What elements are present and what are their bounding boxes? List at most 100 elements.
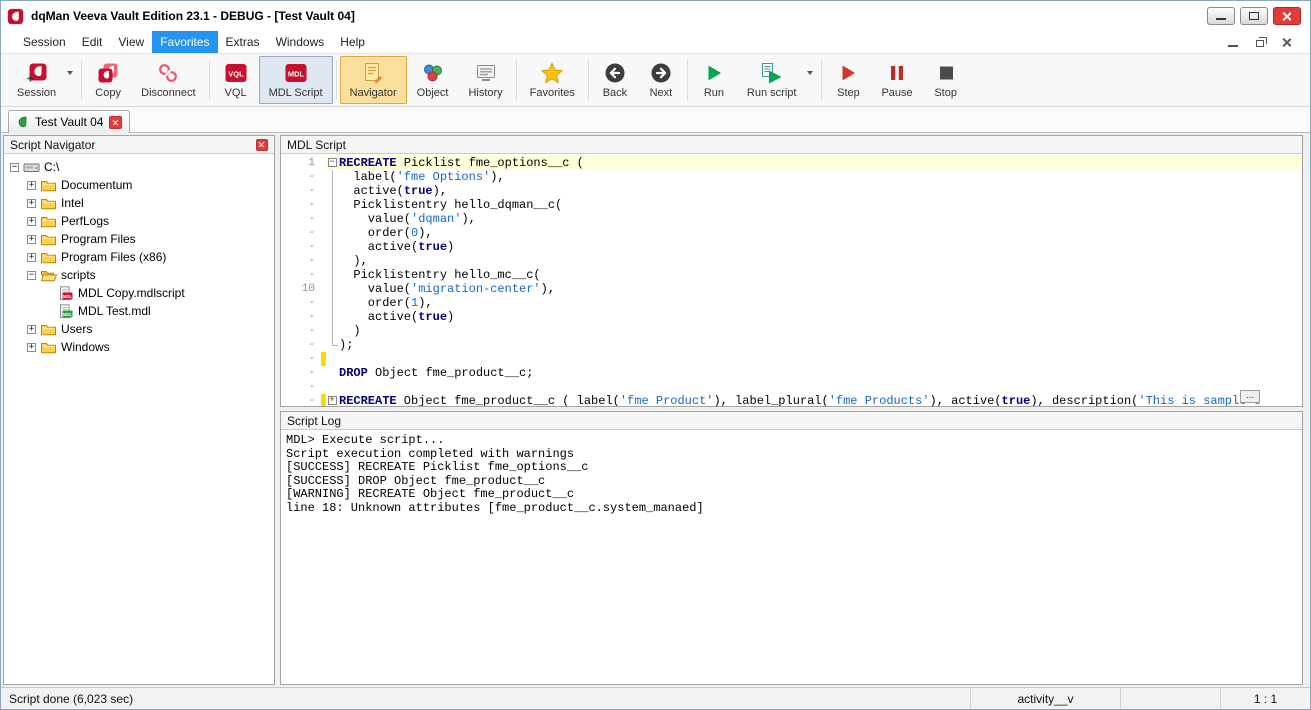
step-button[interactable]: Step xyxy=(825,56,871,104)
script-navigator-header: Script Navigator xyxy=(4,136,274,154)
next-icon xyxy=(650,62,672,84)
tree-item[interactable]: MDLMDL Test.mdl xyxy=(4,302,274,320)
fold-column xyxy=(326,198,339,212)
tab-test-vault-04[interactable]: Test Vault 04 xyxy=(8,110,130,133)
tree-item[interactable]: +Intel xyxy=(4,194,274,212)
run-button[interactable]: Run xyxy=(691,56,737,104)
editor-line[interactable]: - value('dqman'), xyxy=(281,212,1302,226)
tree-item[interactable]: +Documentum xyxy=(4,176,274,194)
editor-line[interactable]: - xyxy=(281,380,1302,394)
editor-line[interactable]: - active(true), xyxy=(281,184,1302,198)
editor-line[interactable]: -); xyxy=(281,338,1302,352)
expand-plus-icon[interactable]: + xyxy=(27,235,36,244)
tree-item[interactable]: −C:\ xyxy=(4,158,274,176)
collapse-minus-icon[interactable]: − xyxy=(10,163,19,172)
tree-item[interactable]: −scripts xyxy=(4,266,274,284)
run-script-dropdown-arrow[interactable] xyxy=(806,56,818,104)
mdl-script-button[interactable]: MDLMDL Script xyxy=(259,56,333,104)
editor-line[interactable]: - active(true) xyxy=(281,310,1302,324)
collapse-minus-icon[interactable]: − xyxy=(27,271,36,280)
mdi-minimize-button[interactable] xyxy=(1226,35,1240,49)
editor-line[interactable]: - Picklistentry hello_dqman__c( xyxy=(281,198,1302,212)
history-button[interactable]: History xyxy=(458,56,512,104)
mdi-close-button[interactable] xyxy=(1280,35,1294,49)
tree-item[interactable]: +Program Files (x86) xyxy=(4,248,274,266)
restore-icon xyxy=(1256,40,1264,47)
editor-line[interactable]: - label('fme Options'), xyxy=(281,170,1302,184)
menu-edit[interactable]: Edit xyxy=(74,31,111,53)
menu-extras[interactable]: Extras xyxy=(218,31,268,53)
menu-session[interactable]: Session xyxy=(15,31,74,53)
editor-line[interactable]: - order(0), xyxy=(281,226,1302,240)
vql-button[interactable]: VQLVQL xyxy=(213,56,259,104)
status-spacer xyxy=(1120,688,1220,709)
navigator-button[interactable]: Navigator xyxy=(340,56,407,104)
fold-column xyxy=(326,254,339,268)
minimize-button[interactable] xyxy=(1207,7,1235,25)
line-number: - xyxy=(281,380,321,394)
editor-line[interactable]: - xyxy=(281,352,1302,366)
tab-close-button[interactable] xyxy=(109,116,122,129)
maximize-button[interactable] xyxy=(1240,7,1268,25)
editor-line[interactable]: - active(true) xyxy=(281,240,1302,254)
copy-button[interactable]: Copy xyxy=(85,56,131,104)
fold-expand-icon[interactable]: + xyxy=(328,396,337,405)
editor-line[interactable]: - ) xyxy=(281,324,1302,338)
tree-item-label: Windows xyxy=(61,340,110,354)
tree-item[interactable]: MDLMDL Copy.mdlscript xyxy=(4,284,274,302)
code-editor[interactable]: ... 1−RECREATE Picklist fme_options__c (… xyxy=(281,154,1302,406)
fold-collapse-icon[interactable]: − xyxy=(328,158,337,167)
svg-text:VQL: VQL xyxy=(228,69,244,78)
session-button[interactable]: Session xyxy=(7,56,66,104)
script-navigator-close-button[interactable] xyxy=(256,139,268,151)
expand-plus-icon[interactable]: + xyxy=(27,217,36,226)
editor-line[interactable]: -DROP Object fme_product__c; xyxy=(281,366,1302,380)
menu-help[interactable]: Help xyxy=(332,31,373,53)
editor-line[interactable]: 1−RECREATE Picklist fme_options__c ( xyxy=(281,156,1302,170)
disconnect-button[interactable]: Disconnect xyxy=(131,56,205,104)
expand-plus-icon[interactable]: + xyxy=(27,181,36,190)
status-message: Script done (6,023 sec) xyxy=(1,688,970,709)
menu-view[interactable]: View xyxy=(110,31,152,53)
session-dropdown-arrow[interactable] xyxy=(66,56,78,104)
folder-icon xyxy=(40,322,57,337)
step-label: Step xyxy=(837,87,860,99)
back-button[interactable]: Back xyxy=(592,56,638,104)
tree-item[interactable]: +Users xyxy=(4,320,274,338)
stop-button[interactable]: Stop xyxy=(923,56,969,104)
menu-windows[interactable]: Windows xyxy=(268,31,333,53)
editor-overflow-button[interactable]: ... xyxy=(1240,390,1260,403)
toolbar: Session Copy DisconnectVQLVQLMDLMDL Script… xyxy=(1,54,1310,107)
folder-icon xyxy=(40,232,57,247)
object-button[interactable]: Object xyxy=(407,56,459,104)
tree-item[interactable]: +PerfLogs xyxy=(4,212,274,230)
tree-item[interactable]: +Program Files xyxy=(4,230,274,248)
menu-favorites[interactable]: Favorites xyxy=(152,31,217,53)
expand-plus-icon[interactable]: + xyxy=(27,253,36,262)
expand-plus-icon[interactable]: + xyxy=(27,343,36,352)
run-script-button[interactable]: Run script xyxy=(737,56,807,104)
tree-item[interactable]: + Windows xyxy=(4,338,274,356)
expand-plus-icon[interactable]: + xyxy=(27,325,36,334)
editor-line[interactable]: -+RECREATE Object fme_product__c ( label… xyxy=(281,394,1302,406)
editor-line[interactable]: - Picklistentry hello_mc__c( xyxy=(281,268,1302,282)
close-icon xyxy=(112,119,119,126)
mdi-restore-button[interactable] xyxy=(1253,35,1267,49)
fold-column xyxy=(326,170,339,184)
close-button[interactable] xyxy=(1273,7,1301,25)
code-text xyxy=(339,352,1302,366)
editor-line[interactable]: 10 value('migration-center'), xyxy=(281,282,1302,296)
editor-line[interactable]: - order(1), xyxy=(281,296,1302,310)
script-log-output[interactable]: MDL> Execute script...Script execution c… xyxy=(281,430,1302,684)
expand-plus-icon[interactable]: + xyxy=(27,199,36,208)
favorites-button[interactable]: Favorites xyxy=(520,56,585,104)
copy-label: Copy xyxy=(95,87,121,99)
code-text: RECREATE Picklist fme_options__c ( xyxy=(339,156,1302,170)
log-line: [SUCCESS] DROP Object fme_product__c xyxy=(286,475,1297,489)
script-log-title: Script Log xyxy=(287,414,341,428)
pause-button[interactable]: Pause xyxy=(871,56,922,104)
window-title: dqMan Veeva Vault Edition 23.1 - DEBUG -… xyxy=(31,9,355,23)
toolbar-separator xyxy=(687,60,688,100)
next-button[interactable]: Next xyxy=(638,56,684,104)
editor-line[interactable]: - ), xyxy=(281,254,1302,268)
